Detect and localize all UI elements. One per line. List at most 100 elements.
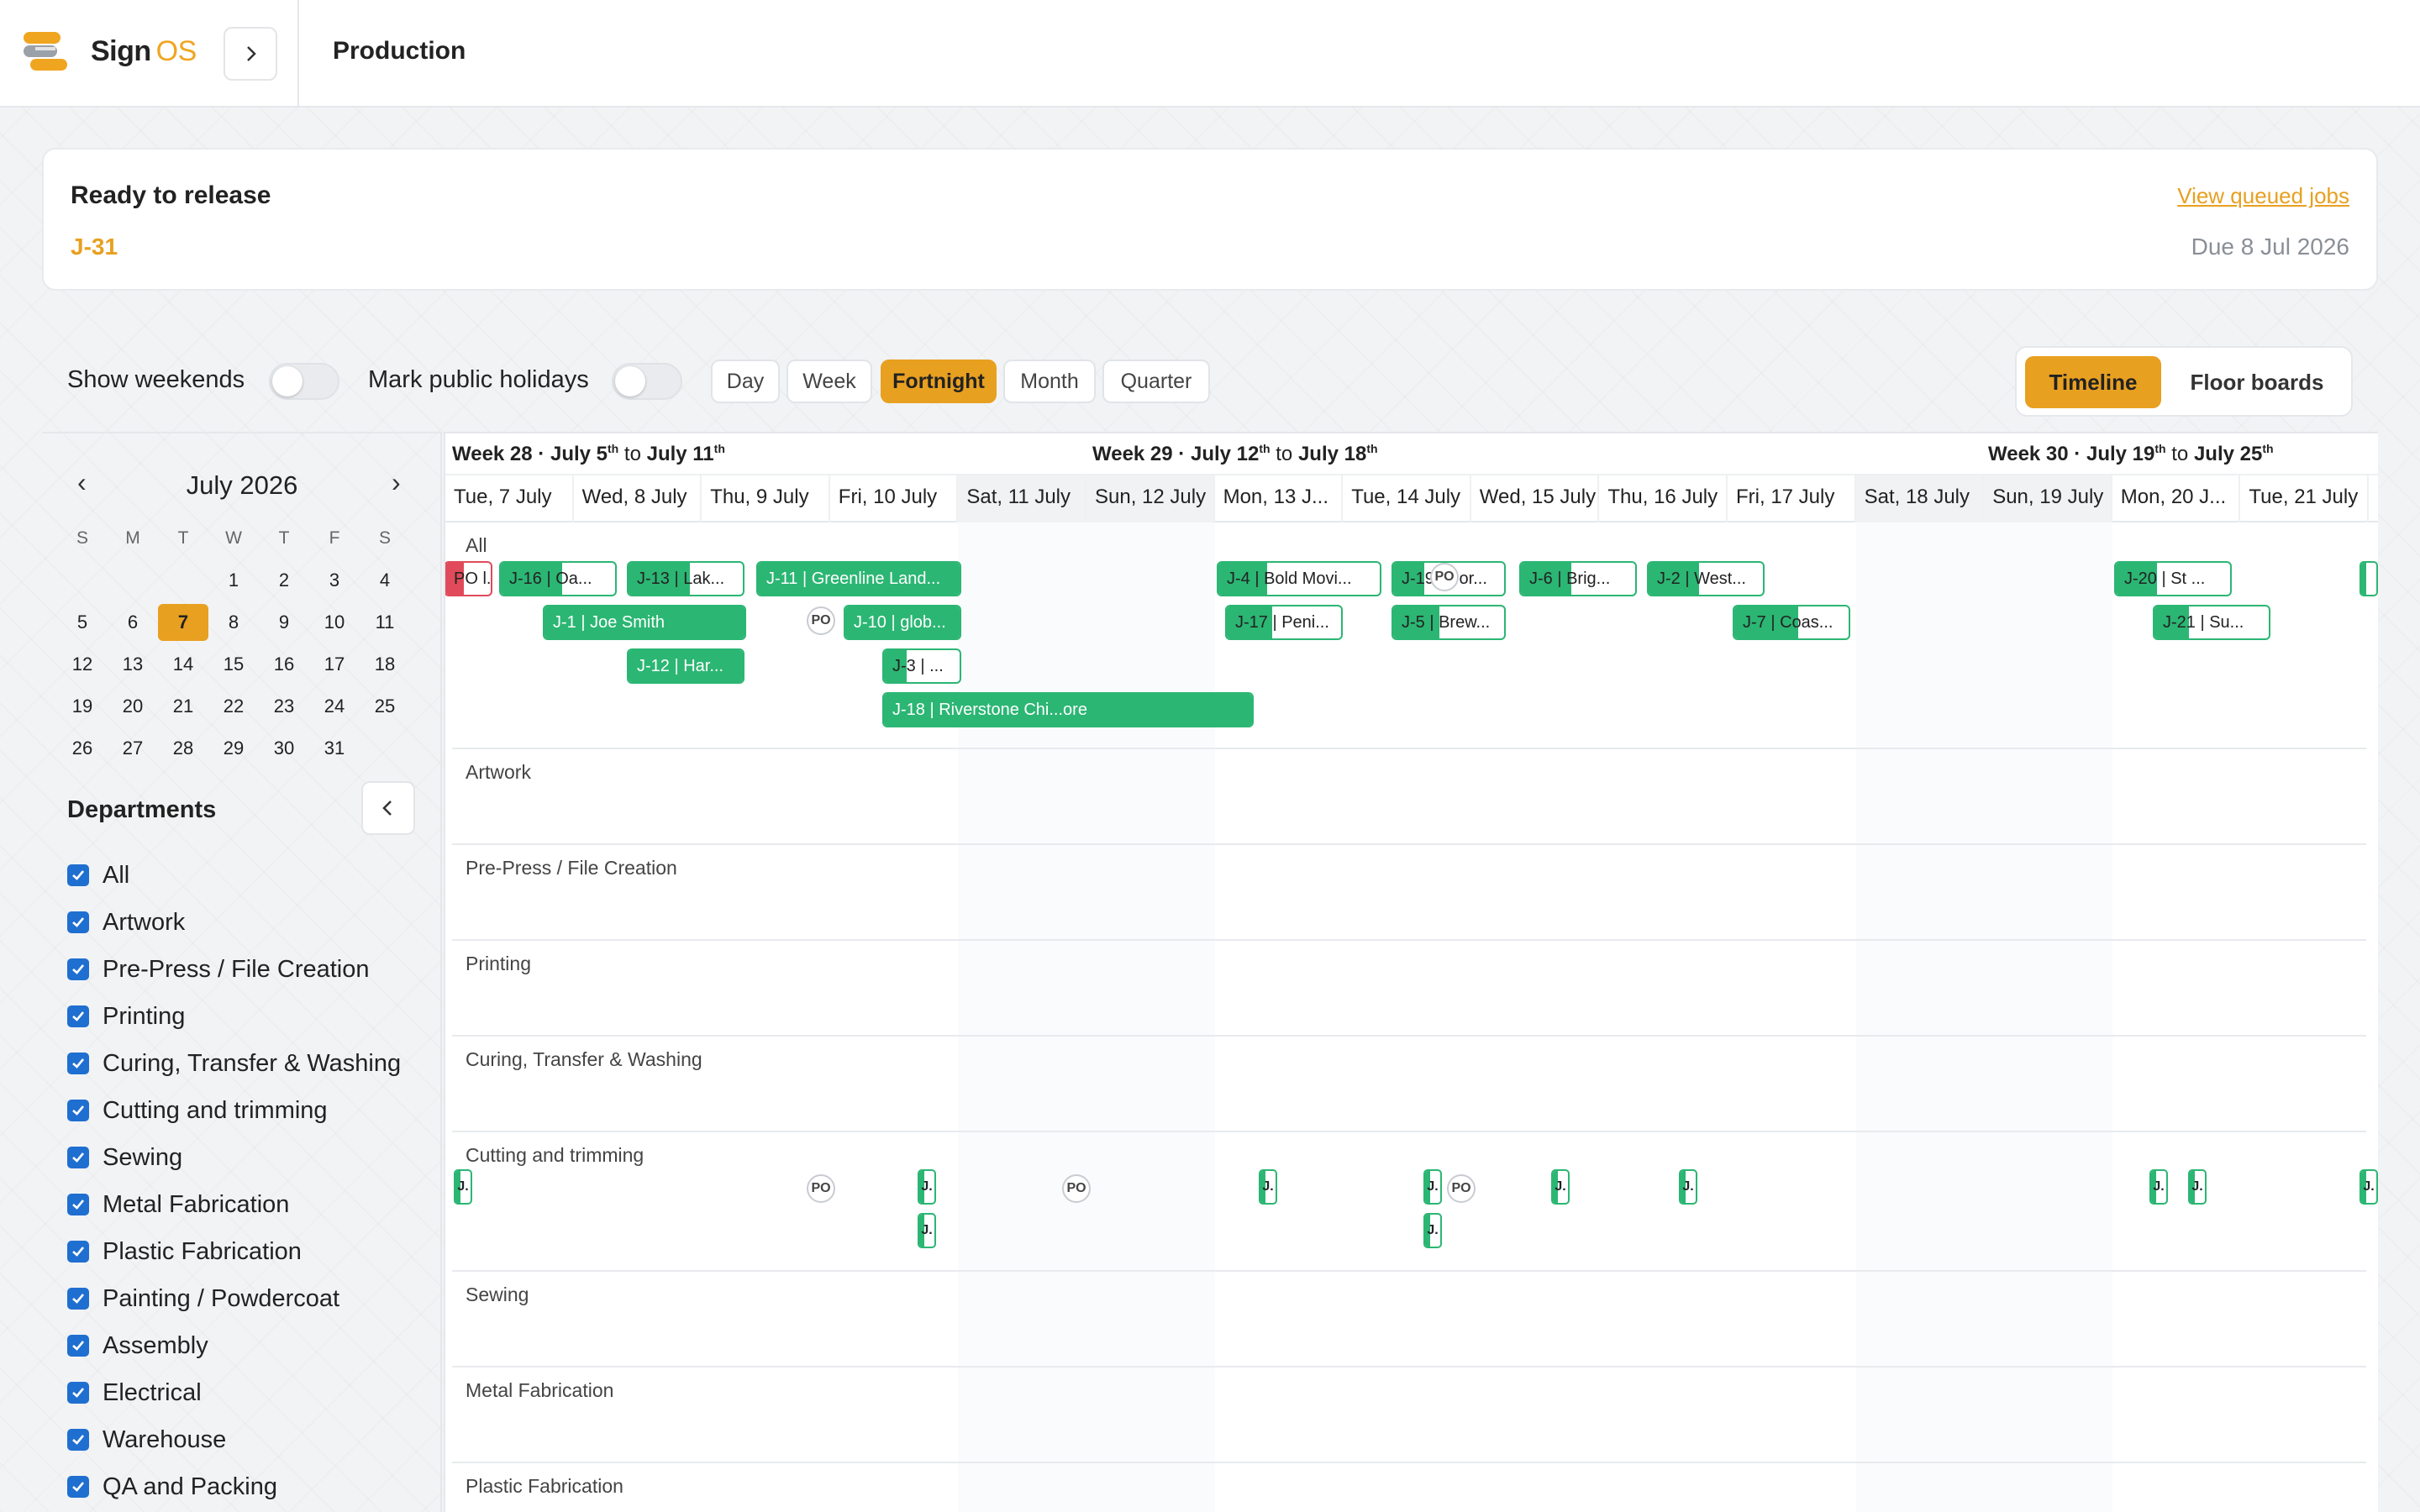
- job-bar[interactable]: J-21 | Su...: [2153, 605, 2270, 640]
- checkbox-checked-icon[interactable]: [67, 1241, 89, 1263]
- department-filter-item[interactable]: Sewing: [67, 1134, 401, 1181]
- job-chip[interactable]: J.: [1679, 1169, 1697, 1205]
- calendar-day-3[interactable]: 3: [309, 562, 360, 599]
- checkbox-checked-icon[interactable]: [67, 958, 89, 980]
- job-bar[interactable]: J-20 | St ...: [2114, 561, 2232, 596]
- job-chip[interactable]: J.: [2149, 1169, 2168, 1205]
- department-filter-item[interactable]: Printing: [67, 993, 401, 1040]
- calendar-day-5[interactable]: 5: [57, 604, 108, 641]
- collapse-panel-button[interactable]: [361, 781, 415, 835]
- department-filter-item[interactable]: Metal Fabrication: [67, 1181, 401, 1228]
- checkbox-checked-icon[interactable]: [67, 1429, 89, 1451]
- checkbox-checked-icon[interactable]: [67, 1005, 89, 1027]
- calendar-day-20[interactable]: 20: [108, 688, 158, 725]
- calendar-day-28[interactable]: 28: [158, 730, 208, 767]
- calendar-day-16[interactable]: 16: [259, 646, 309, 683]
- department-filter-item[interactable]: Assembly: [67, 1322, 401, 1369]
- calendar-day-4[interactable]: 4: [360, 562, 410, 599]
- calendar-day-9[interactable]: 9: [259, 604, 309, 641]
- view-month-button[interactable]: Month: [1003, 360, 1096, 403]
- job-bar[interactable]: J-5 | Brew...: [1392, 605, 1506, 640]
- calendar-day-11[interactable]: 11: [360, 604, 410, 641]
- view-week-button[interactable]: Week: [786, 360, 872, 403]
- calendar-day-1[interactable]: 1: [208, 562, 259, 599]
- calendar-day-24[interactable]: 24: [309, 688, 360, 725]
- job-chip[interactable]: J.: [1551, 1169, 1570, 1205]
- job-chip[interactable]: J.: [1423, 1169, 1442, 1205]
- department-filter-item[interactable]: Cutting and trimming: [67, 1087, 401, 1134]
- job-bar[interactable]: J-3 | ...: [882, 648, 961, 684]
- department-filter-item[interactable]: Plastic Fabrication: [67, 1228, 401, 1275]
- job-bar[interactable]: J-11 | Greenline Land...: [756, 561, 961, 596]
- view-fortnight-button[interactable]: Fortnight: [881, 360, 997, 403]
- department-filter-item[interactable]: Curing, Transfer & Washing: [67, 1040, 401, 1087]
- job-bar[interactable]: J-12 | Har...: [627, 648, 744, 684]
- job-chip[interactable]: J.: [2188, 1169, 2207, 1205]
- job-chip[interactable]: J.: [918, 1213, 936, 1248]
- calendar-day-2[interactable]: 2: [259, 562, 309, 599]
- job-chip[interactable]: J.: [454, 1169, 472, 1205]
- calendar-day-25[interactable]: 25: [360, 688, 410, 725]
- calendar-day-19[interactable]: 19: [57, 688, 108, 725]
- purchase-order-marker[interactable]: PO: [807, 606, 835, 635]
- calendar-day-6[interactable]: 6: [108, 604, 158, 641]
- job-bar[interactable]: J-10 | glob...: [844, 605, 961, 640]
- job-chip[interactable]: [2360, 561, 2378, 596]
- calendar-day-26[interactable]: 26: [57, 730, 108, 767]
- view-quarter-button[interactable]: Quarter: [1102, 360, 1210, 403]
- view-queued-jobs-link[interactable]: View queued jobs: [2177, 183, 2349, 209]
- checkbox-checked-icon[interactable]: [67, 1288, 89, 1310]
- checkbox-checked-icon[interactable]: [67, 1335, 89, 1357]
- job-bar[interactable]: J-17 | Peni...: [1225, 605, 1343, 640]
- checkbox-checked-icon[interactable]: [67, 1147, 89, 1168]
- department-filter-item[interactable]: QA and Packing: [67, 1463, 401, 1510]
- department-filter-item[interactable]: Electrical: [67, 1369, 401, 1416]
- calendar-next-button[interactable]: ›: [392, 467, 401, 498]
- department-filter-item[interactable]: Painting / Powdercoat: [67, 1275, 401, 1322]
- show-weekends-toggle[interactable]: [269, 363, 339, 400]
- checkbox-checked-icon[interactable]: [67, 1476, 89, 1498]
- expand-sidebar-button[interactable]: [224, 27, 277, 81]
- checkbox-checked-icon[interactable]: [67, 1100, 89, 1121]
- checkbox-checked-icon[interactable]: [67, 911, 89, 933]
- job-bar[interactable]: J-18 | Riverstone Chi...ore: [882, 692, 1254, 727]
- job-bar[interactable]: J-13 | Lak...: [627, 561, 744, 596]
- release-job-link[interactable]: J-31: [71, 234, 118, 260]
- purchase-order-marker[interactable]: PO: [807, 1174, 835, 1203]
- calendar-day-21[interactable]: 21: [158, 688, 208, 725]
- department-filter-item[interactable]: All: [67, 852, 401, 899]
- job-bar[interactable]: J-4 | Bold Movi...: [1217, 561, 1381, 596]
- job-bar[interactable]: PO l...: [445, 561, 492, 596]
- calendar-day-31[interactable]: 31: [309, 730, 360, 767]
- department-filter-item[interactable]: Artwork: [67, 899, 401, 946]
- job-bar[interactable]: J-16 | Oa...: [499, 561, 617, 596]
- job-chip[interactable]: J.: [1259, 1169, 1277, 1205]
- calendar-day-14[interactable]: 14: [158, 646, 208, 683]
- job-chip[interactable]: J.: [2360, 1169, 2378, 1205]
- calendar-day-15[interactable]: 15: [208, 646, 259, 683]
- calendar-day-8[interactable]: 8: [208, 604, 259, 641]
- job-chip[interactable]: J.: [1423, 1213, 1442, 1248]
- job-bar[interactable]: J-7 | Coas...: [1733, 605, 1850, 640]
- job-bar[interactable]: J-2 | West...: [1647, 561, 1765, 596]
- department-filter-item[interactable]: Pre-Press / File Creation: [67, 946, 401, 993]
- calendar-day-12[interactable]: 12: [57, 646, 108, 683]
- purchase-order-marker[interactable]: PO: [1062, 1174, 1091, 1203]
- calendar-day-30[interactable]: 30: [259, 730, 309, 767]
- calendar-day-22[interactable]: 22: [208, 688, 259, 725]
- job-bar[interactable]: J-6 | Brig...: [1519, 561, 1637, 596]
- calendar-day-29[interactable]: 29: [208, 730, 259, 767]
- view-day-button[interactable]: Day: [711, 360, 780, 403]
- checkbox-checked-icon[interactable]: [67, 1053, 89, 1074]
- calendar-day-10[interactable]: 10: [309, 604, 360, 641]
- purchase-order-marker[interactable]: PO: [1430, 563, 1459, 591]
- timeline-mode-button[interactable]: Timeline: [2025, 356, 2161, 408]
- checkbox-checked-icon[interactable]: [67, 864, 89, 886]
- checkbox-checked-icon[interactable]: [67, 1194, 89, 1215]
- calendar-day-18[interactable]: 18: [360, 646, 410, 683]
- floor-boards-mode-button[interactable]: Floor boards: [2171, 356, 2343, 408]
- calendar-day-27[interactable]: 27: [108, 730, 158, 767]
- job-chip[interactable]: J.: [918, 1169, 936, 1205]
- calendar-day-17[interactable]: 17: [309, 646, 360, 683]
- department-filter-item[interactable]: Warehouse: [67, 1416, 401, 1463]
